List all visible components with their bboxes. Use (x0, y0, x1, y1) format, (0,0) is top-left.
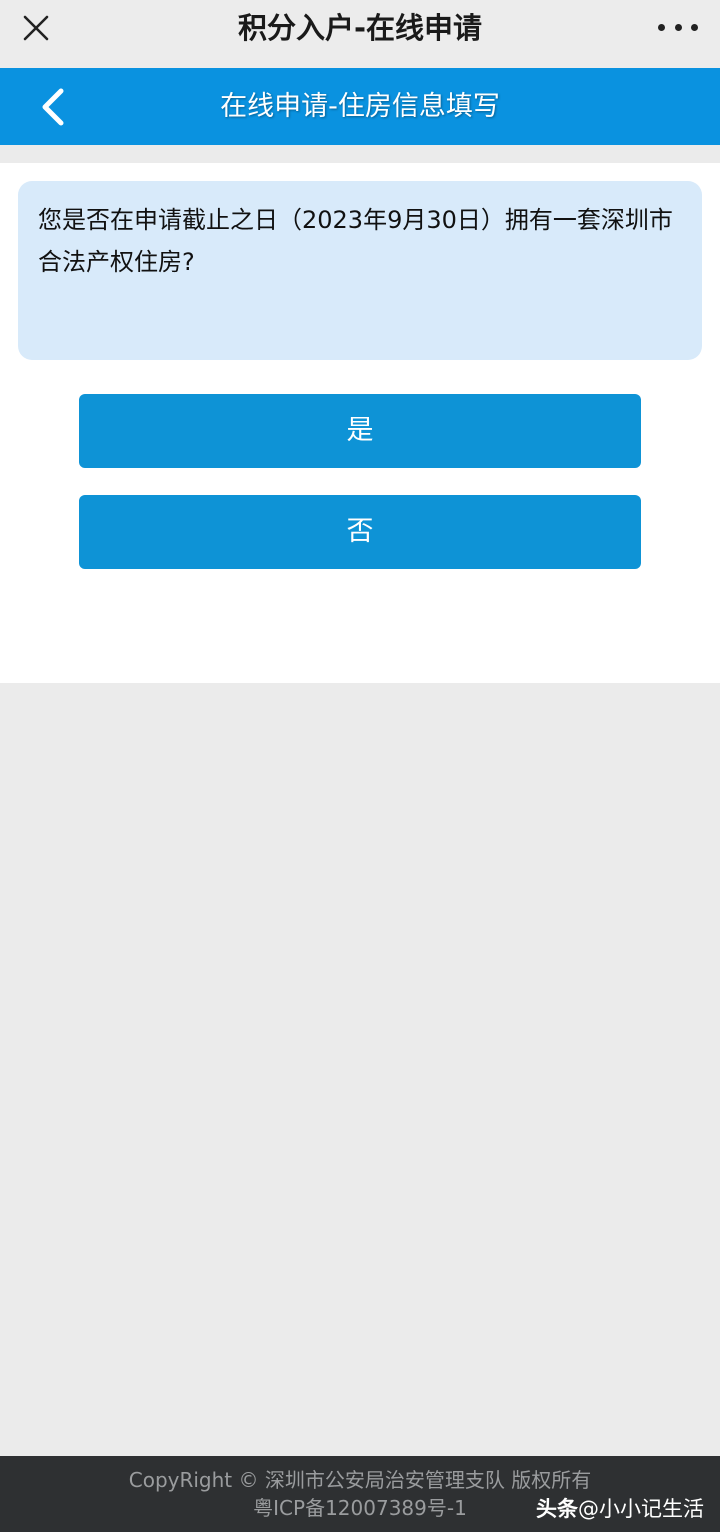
yes-button[interactable]: 是 (79, 394, 641, 468)
more-icon (691, 23, 698, 31)
question-panel: 您是否在申请截止之日（2023年9月30日）拥有一套深圳市合法产权住房? 是 否 (0, 163, 720, 683)
watermark: 头条@小小记生活 (536, 1494, 704, 1524)
watermark-handle: @小小记生活 (578, 1497, 704, 1521)
app-top-bar: 积分入户-在线申请 (0, 0, 720, 68)
no-button[interactable]: 否 (79, 495, 641, 569)
page-title: 在线申请-住房信息填写 (220, 91, 500, 122)
watermark-brand: 头条 (536, 1497, 578, 1521)
question-text: 您是否在申请截止之日（2023年9月30日）拥有一套深圳市合法产权住房? (18, 181, 702, 360)
app-title: 积分入户-在线申请 (237, 11, 483, 45)
more-button[interactable] (658, 12, 698, 42)
more-icon (658, 23, 665, 31)
page-nav-bar: 在线申请-住房信息填写 (0, 68, 720, 145)
more-icon (674, 23, 682, 31)
copyright-text: CopyRight © 深圳市公安局治安管理支队 版权所有 (128, 1468, 592, 1492)
